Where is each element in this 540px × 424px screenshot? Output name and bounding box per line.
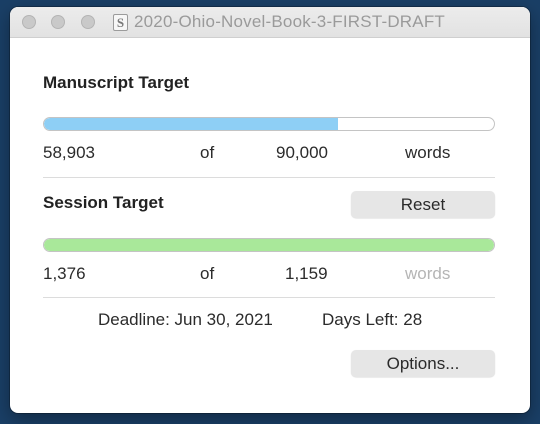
manuscript-of-label: of [200, 143, 215, 162]
section-divider [43, 297, 495, 298]
deadline-text: Deadline: Jun 30, 2021 [98, 310, 273, 329]
manuscript-current-words: 58,903 [43, 143, 95, 162]
session-target-heading: Session Target [43, 193, 164, 212]
window-title: 2020-Ohio-Novel-Book-3-FIRST-DRAFT [134, 12, 445, 31]
scrivener-document-icon: S [113, 14, 128, 31]
reset-button[interactable]: Reset [351, 191, 495, 218]
section-divider [43, 177, 495, 178]
manuscript-target-heading: Manuscript Target [43, 73, 190, 92]
session-unit-label: words [405, 264, 451, 283]
days-left-text: Days Left: 28 [322, 310, 423, 329]
zoom-window-icon[interactable] [81, 15, 95, 29]
manuscript-progress-bar [43, 117, 495, 131]
session-progress-fill [44, 239, 494, 251]
title-bar[interactable]: S 2020-Ohio-Novel-Book-3-FIRST-DRAFT [10, 7, 530, 38]
project-targets-window: S 2020-Ohio-Novel-Book-3-FIRST-DRAFT Man… [10, 7, 530, 413]
session-current-words: 1,376 [43, 264, 86, 283]
options-button[interactable]: Options... [351, 350, 495, 377]
session-target-words[interactable]: 1,159 [285, 264, 328, 284]
minimize-window-icon[interactable] [51, 15, 65, 29]
close-window-icon[interactable] [22, 15, 36, 29]
manuscript-unit-label[interactable]: words [405, 143, 450, 163]
session-progress-bar [43, 238, 495, 252]
manuscript-target-words[interactable]: 90,000 [276, 143, 328, 163]
manuscript-progress-fill [44, 118, 339, 130]
session-of-label: of [200, 264, 215, 283]
